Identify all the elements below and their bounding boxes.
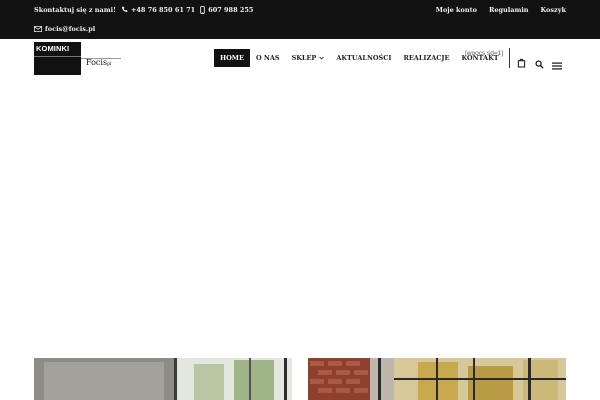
interior-photo-left (34, 358, 292, 400)
contact-label: Skontaktuj się z nami! (34, 5, 116, 14)
main-nav: HOME O NAS SKLEP AKTUALNOŚCI REALIZACJE … (214, 49, 505, 67)
nav-item-shop-label: SKLEP (291, 54, 317, 62)
mail-icon (34, 25, 42, 32)
nav-item-about[interactable]: O NAS (250, 49, 286, 67)
logo-sub-text: Focispl (86, 58, 112, 67)
phone-number[interactable]: +48 76 850 61 71 (131, 6, 195, 14)
header-divider (509, 48, 510, 68)
site-header: KOMINKI Focispl HOME O NAS SKLEP AKTUALN… (0, 39, 600, 79)
currency-switcher-shortcode: [woocs sd=1] (465, 50, 504, 57)
mobile-number[interactable]: 607 988 255 (208, 6, 253, 14)
nav-item-home[interactable]: HOME (214, 49, 250, 67)
mobile-icon (200, 5, 205, 14)
nav-item-news[interactable]: AKTUALNOŚCI (330, 49, 397, 67)
chevron-down-icon (319, 54, 324, 62)
nav-item-shop[interactable]: SKLEP (286, 49, 331, 67)
email-info: focis@focis.pl (34, 24, 95, 33)
terms-link[interactable]: Regulamin (489, 6, 529, 14)
phone-icon (121, 6, 128, 13)
account-links: Moje konto Regulamin Koszyk (424, 5, 566, 14)
my-account-link[interactable]: Moje konto (436, 6, 477, 14)
search-icon[interactable] (535, 54, 544, 73)
contact-info: Skontaktuj się z nami! +48 76 850 61 71 … (34, 5, 253, 14)
nav-item-realizations[interactable]: REALIZACJE (397, 49, 455, 67)
cart-icon[interactable] (517, 53, 526, 72)
email-link[interactable]: focis@focis.pl (45, 25, 95, 33)
featured-image-right[interactable] (308, 358, 566, 400)
top-bar: Skontaktuj się z nami! +48 76 850 61 71 … (0, 0, 600, 39)
cart-link[interactable]: Koszyk (541, 6, 566, 14)
logo-main-text: KOMINKI (36, 44, 70, 53)
featured-image-left[interactable] (34, 358, 292, 400)
interior-photo-right (308, 358, 566, 400)
site-logo[interactable]: KOMINKI Focispl (34, 42, 124, 76)
menu-icon[interactable] (552, 55, 562, 74)
